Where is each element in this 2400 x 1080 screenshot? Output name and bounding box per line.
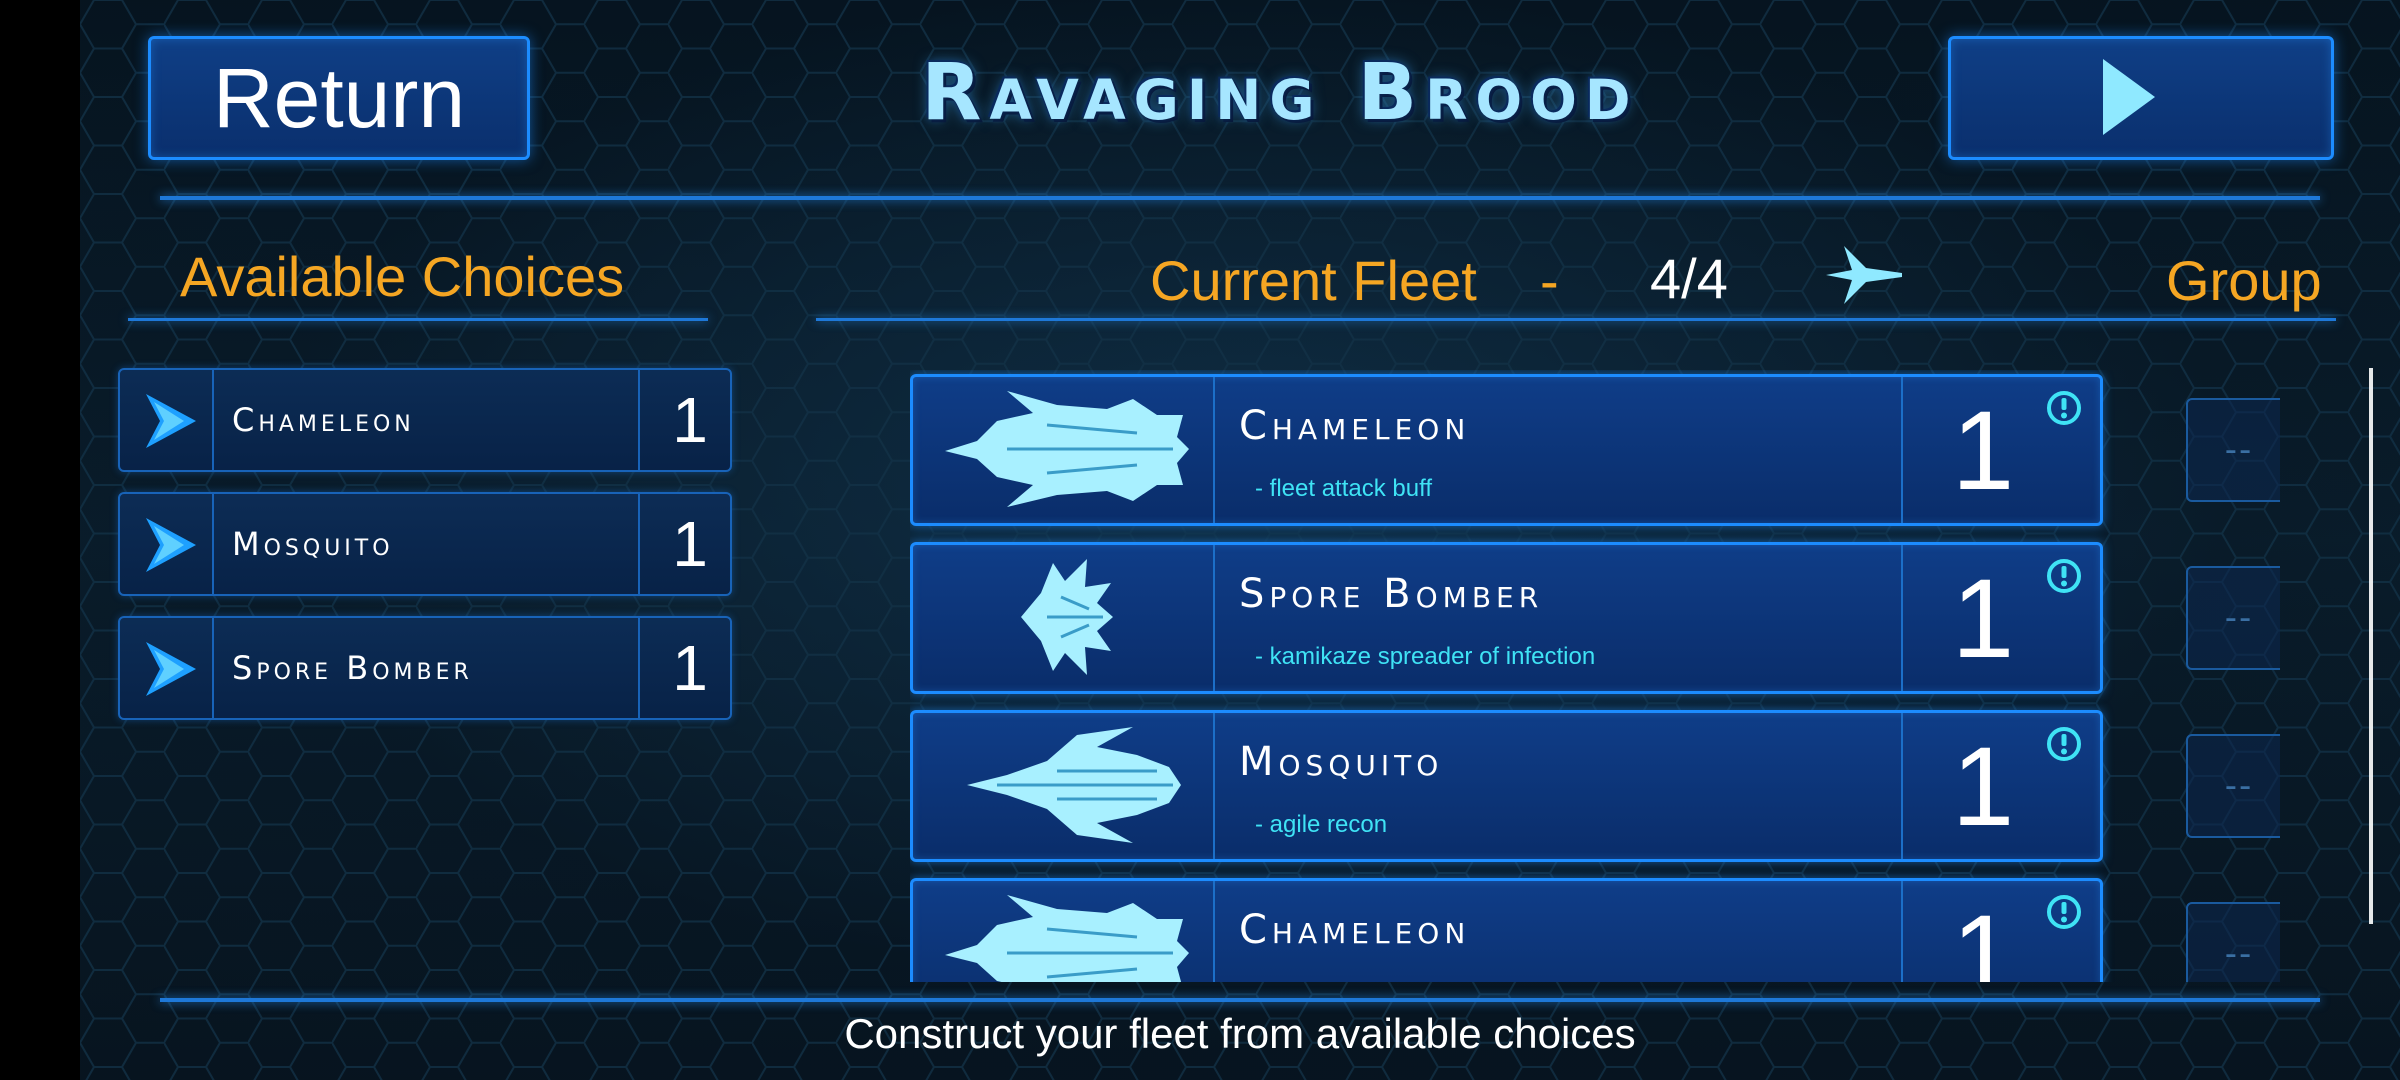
divider: [1901, 545, 1903, 691]
group-selector[interactable]: --: [2186, 734, 2280, 838]
info-icon[interactable]: [2045, 389, 2083, 427]
choice-item-mosquito[interactable]: Mosquito 1: [118, 492, 732, 596]
divider: [1901, 713, 1903, 859]
choice-count: 1: [672, 632, 708, 704]
next-button[interactable]: [1948, 36, 2334, 160]
divider: [638, 494, 640, 594]
divider: [1901, 377, 1903, 523]
fleet-row: Chameleon - fleet attack buff 1 --: [910, 374, 2280, 526]
fleet-ship-count: 1: [1951, 387, 2015, 513]
fleet-divider: [816, 318, 2336, 321]
divider: [212, 370, 214, 470]
divider: [1901, 881, 1903, 982]
choice-name: Mosquito: [232, 525, 394, 563]
return-label: Return: [212, 50, 466, 145]
fleet-row: Mosquito - agile recon 1 --: [910, 710, 2280, 862]
fleet-ship-count: 1: [1951, 723, 2015, 849]
divider: [1213, 713, 1215, 859]
mosquito-ship-icon: [967, 727, 1181, 843]
choice-name: Chameleon: [232, 401, 415, 439]
divider: [638, 370, 640, 470]
page-title: Ravaging Brood: [921, 48, 1639, 138]
bottom-divider: [160, 998, 2320, 1002]
fleet-ship-desc: - agile recon: [1255, 811, 1388, 838]
divider: [1213, 377, 1215, 523]
return-button[interactable]: Return: [148, 36, 530, 160]
fleet-row: Spore Bomber - kamikaze spreader of infe…: [910, 542, 2280, 694]
fleet-card[interactable]: Mosquito - agile recon 1: [910, 710, 2103, 862]
game-screen: Return Ravaging Brood Available Choices …: [80, 0, 2400, 1080]
divider: [1213, 545, 1215, 691]
fleet-list[interactable]: Chameleon - fleet attack buff 1 -- Spore…: [910, 370, 2280, 982]
current-fleet-heading: Current Fleet: [1150, 249, 1477, 312]
info-icon[interactable]: [2045, 725, 2083, 763]
fleet-card[interactable]: Chameleon - fleet attack buff 1: [910, 374, 2103, 526]
group-selector[interactable]: --: [2186, 566, 2280, 670]
fleet-ship-name: Spore Bomber: [1239, 571, 1544, 617]
info-icon[interactable]: [2045, 557, 2083, 595]
available-divider: [128, 318, 708, 321]
group-heading: Group: [2166, 249, 2322, 312]
fleet-ship-desc: - kamikaze spreader of infection: [1255, 643, 1596, 670]
group-selector[interactable]: --: [2186, 398, 2280, 502]
top-divider: [160, 196, 2320, 200]
fleet-card[interactable]: Spore Bomber - kamikaze spreader of infe…: [910, 542, 2103, 694]
fleet-ship-name: Chameleon: [1239, 907, 1471, 953]
current-fleet-dash: -: [1540, 249, 1559, 312]
chameleon-ship-icon: [945, 391, 1189, 507]
divider: [212, 494, 214, 594]
play-icon: [2103, 59, 2155, 135]
group-selector[interactable]: --: [2186, 902, 2280, 982]
info-icon[interactable]: [2045, 893, 2083, 931]
fleet-capacity: 4/4: [1650, 247, 1728, 310]
arrow-ship-icon: [146, 642, 196, 696]
choice-item-chameleon[interactable]: Chameleon 1: [118, 368, 732, 472]
fleet-scrollbar[interactable]: [2369, 368, 2373, 924]
fleet-ship-name: Mosquito: [1239, 739, 1444, 785]
fleet-ship-desc: - fleet attack buff: [1255, 475, 1432, 502]
fleet-ship-count: 1: [1951, 891, 2015, 983]
choice-name: Spore Bomber: [232, 649, 473, 687]
fleet-ship-count: 1: [1951, 555, 2015, 681]
divider: [1213, 881, 1215, 982]
spore-bomber-ship-icon: [1021, 559, 1113, 675]
divider: [212, 618, 214, 718]
choice-count: 1: [672, 384, 708, 456]
choice-count: 1: [672, 508, 708, 580]
fleet-ship-name: Chameleon: [1239, 403, 1471, 449]
fleet-row: Chameleon 1 --: [910, 878, 2280, 982]
fleet-ship-icon: [1826, 246, 1902, 304]
arrow-ship-icon: [146, 394, 196, 448]
divider: [638, 618, 640, 718]
arrow-ship-icon: [146, 518, 196, 572]
fleet-card[interactable]: Chameleon 1: [910, 878, 2103, 982]
choice-item-spore-bomber[interactable]: Spore Bomber 1: [118, 616, 732, 720]
chameleon-ship-icon: [945, 895, 1189, 982]
available-choices-heading: Available Choices: [180, 245, 625, 308]
footer-hint: Construct your fleet from available choi…: [844, 1010, 1636, 1057]
